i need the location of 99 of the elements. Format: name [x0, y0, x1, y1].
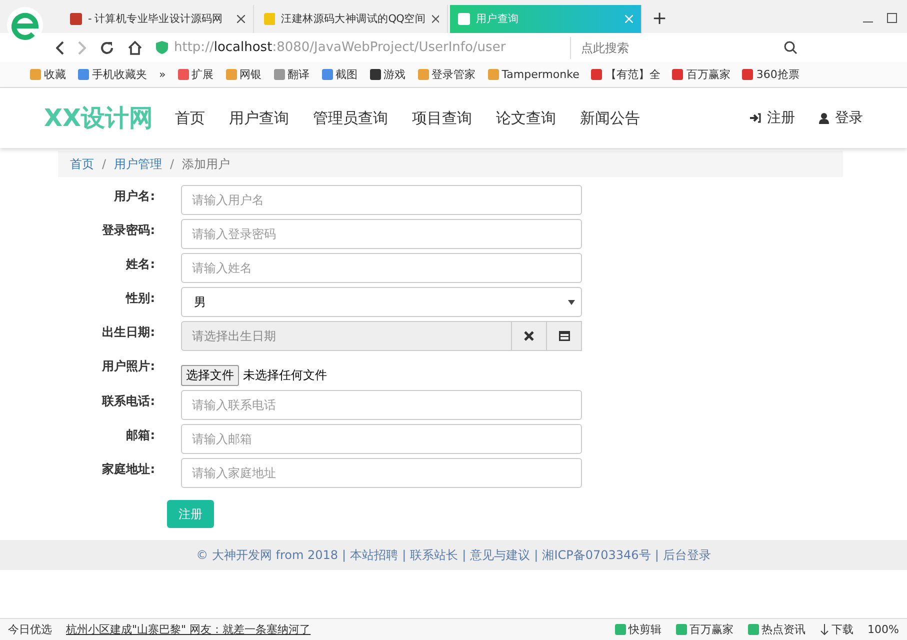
bookmark-link[interactable]: 截图 [336, 67, 358, 82]
bookmark-link[interactable]: 翻译 [288, 67, 310, 82]
text-field[interactable]: 请输入邮箱 [181, 424, 582, 454]
nav-link[interactable]: 管理员查询 [313, 108, 388, 128]
breadcrumb-link[interactable]: 添加用户 [182, 156, 230, 172]
footer-link[interactable]: 后台登录 [662, 546, 711, 564]
choose-file-button[interactable]: 选择文件 [181, 365, 239, 386]
bookmark-link[interactable]: 360抢票 [756, 67, 800, 82]
footer-separator: | [534, 548, 538, 562]
maximize-icon[interactable] [887, 13, 897, 23]
bookmark-link[interactable]: 网银 [240, 67, 262, 82]
select-field[interactable]: 男 [181, 287, 582, 317]
back-icon[interactable] [56, 40, 64, 54]
close-icon[interactable] [237, 15, 245, 23]
home-icon[interactable] [128, 40, 142, 54]
bookmark-icon [370, 69, 381, 80]
address-bar[interactable]: http://localhost:8080/JavaWebProject/UserInfo/user [156, 36, 556, 58]
nav-link[interactable]: 项目查询 [412, 108, 472, 128]
bookmark-link[interactable]: 手机收藏夹 [92, 67, 147, 82]
app-icon [676, 624, 687, 635]
app-icon [614, 624, 626, 635]
field-label: 家庭地址: [101, 461, 155, 478]
breadcrumb-link[interactable]: 首页 [70, 156, 94, 172]
bookmark-link[interactable]: 登录管家 [432, 67, 476, 82]
bookmark-icon [742, 69, 754, 80]
status-link[interactable]: 百万赢家 [690, 622, 734, 637]
page-icon [458, 13, 470, 25]
footer-link[interactable]: 湘ICP备0703346号 [542, 546, 651, 564]
new-tab-button[interactable]: + [644, 8, 676, 33]
calendar-button[interactable] [547, 321, 582, 351]
bookmark-icon [30, 69, 41, 80]
reload-icon[interactable] [100, 40, 114, 54]
text-field[interactable]: 请输入登录密码 [181, 219, 582, 249]
text-field[interactable]: 请输入用户名 [181, 185, 582, 215]
download-link[interactable]: 下载 [832, 622, 854, 637]
breadcrumb-separator: / [102, 157, 106, 171]
copyright-text: © 大神开发网 from 2018 [196, 546, 338, 564]
field-label: 联系电话: [100, 393, 155, 410]
footer-separator: | [462, 548, 466, 562]
status-link[interactable]: 快剪辑 [628, 622, 662, 637]
bookmark-icon [418, 69, 429, 80]
breadcrumb-separator: / [170, 157, 174, 171]
sign-in-icon [750, 113, 761, 123]
signup-link[interactable]: 注册 [750, 109, 795, 127]
field-label: 用户照片: [101, 358, 155, 375]
footer-link[interactable]: 本站招聘 [350, 546, 398, 564]
bookmark-icon [274, 69, 285, 80]
status-label: 今日优选 [8, 622, 52, 637]
bookmark-link[interactable]: 【有范】全 [605, 67, 660, 82]
bookmark-icon [178, 69, 189, 80]
caret-icon [568, 300, 575, 304]
field-label: 邮箱: [125, 427, 155, 444]
app-icon [748, 624, 759, 635]
nav-link[interactable]: 用户查询 [229, 108, 290, 128]
bookmark-icon [78, 69, 89, 80]
calendar-icon [558, 330, 570, 340]
text-field[interactable]: 请输入联系电话 [181, 390, 582, 420]
site-icon [264, 13, 276, 25]
bookmark-link[interactable]: Tampermonke [502, 68, 580, 81]
footer-separator: | [654, 548, 659, 562]
field-label: 用户名: [113, 188, 155, 205]
field-label: 性别: [124, 290, 155, 307]
field-label: 姓名: [124, 256, 155, 273]
zoom-level[interactable]: 100% [868, 623, 899, 636]
nav-link[interactable]: 论文查询 [496, 108, 556, 128]
bookmark-link[interactable]: 百万赢家 [686, 67, 730, 82]
bookmark-icon [591, 69, 602, 80]
bookmark-link[interactable]: 游戏 [384, 67, 406, 82]
breadcrumb-link[interactable]: 用户管理 [114, 156, 162, 172]
field-label: 登录密码: [100, 222, 155, 239]
close-icon[interactable] [432, 15, 439, 23]
bookmark-icon [226, 69, 237, 80]
more-bookmarks: » [159, 68, 166, 81]
bookmark-icon [672, 69, 684, 80]
field-label: 出生日期: [101, 324, 155, 341]
text-field[interactable]: 请输入姓名 [181, 253, 582, 283]
file-status: 未选择任何文件 [243, 367, 327, 384]
shield-icon [156, 41, 168, 54]
download-icon [820, 624, 829, 635]
site-icon [70, 13, 82, 25]
footer-separator: | [342, 548, 346, 562]
status-link[interactable]: 热点资讯 [762, 622, 806, 637]
user-icon [819, 112, 829, 124]
bookmark-link[interactable]: 收藏 [44, 67, 66, 82]
login-link[interactable]: 登录 [819, 109, 863, 127]
text-field[interactable]: 请输入家庭地址 [181, 458, 582, 488]
news-link[interactable]: 杭州小区建成"山寨巴黎" 网友：就差一条塞纳河了 [66, 622, 311, 637]
clear-button[interactable] [512, 321, 547, 351]
bookmark-link[interactable]: 扩展 [192, 67, 214, 82]
footer-separator: | [402, 548, 406, 562]
nav-link[interactable]: 新闻公告 [580, 108, 640, 128]
nav-link[interactable]: 首页 [175, 108, 206, 128]
footer-link[interactable]: 意见与建议 [470, 546, 530, 564]
close-icon [524, 330, 534, 340]
bookmark-icon [322, 69, 333, 80]
search-icon[interactable] [784, 41, 797, 54]
date-field[interactable]: 请选择出生日期 [181, 321, 512, 351]
bookmark-icon [488, 69, 499, 80]
footer-link[interactable]: 联系站长 [410, 546, 458, 564]
